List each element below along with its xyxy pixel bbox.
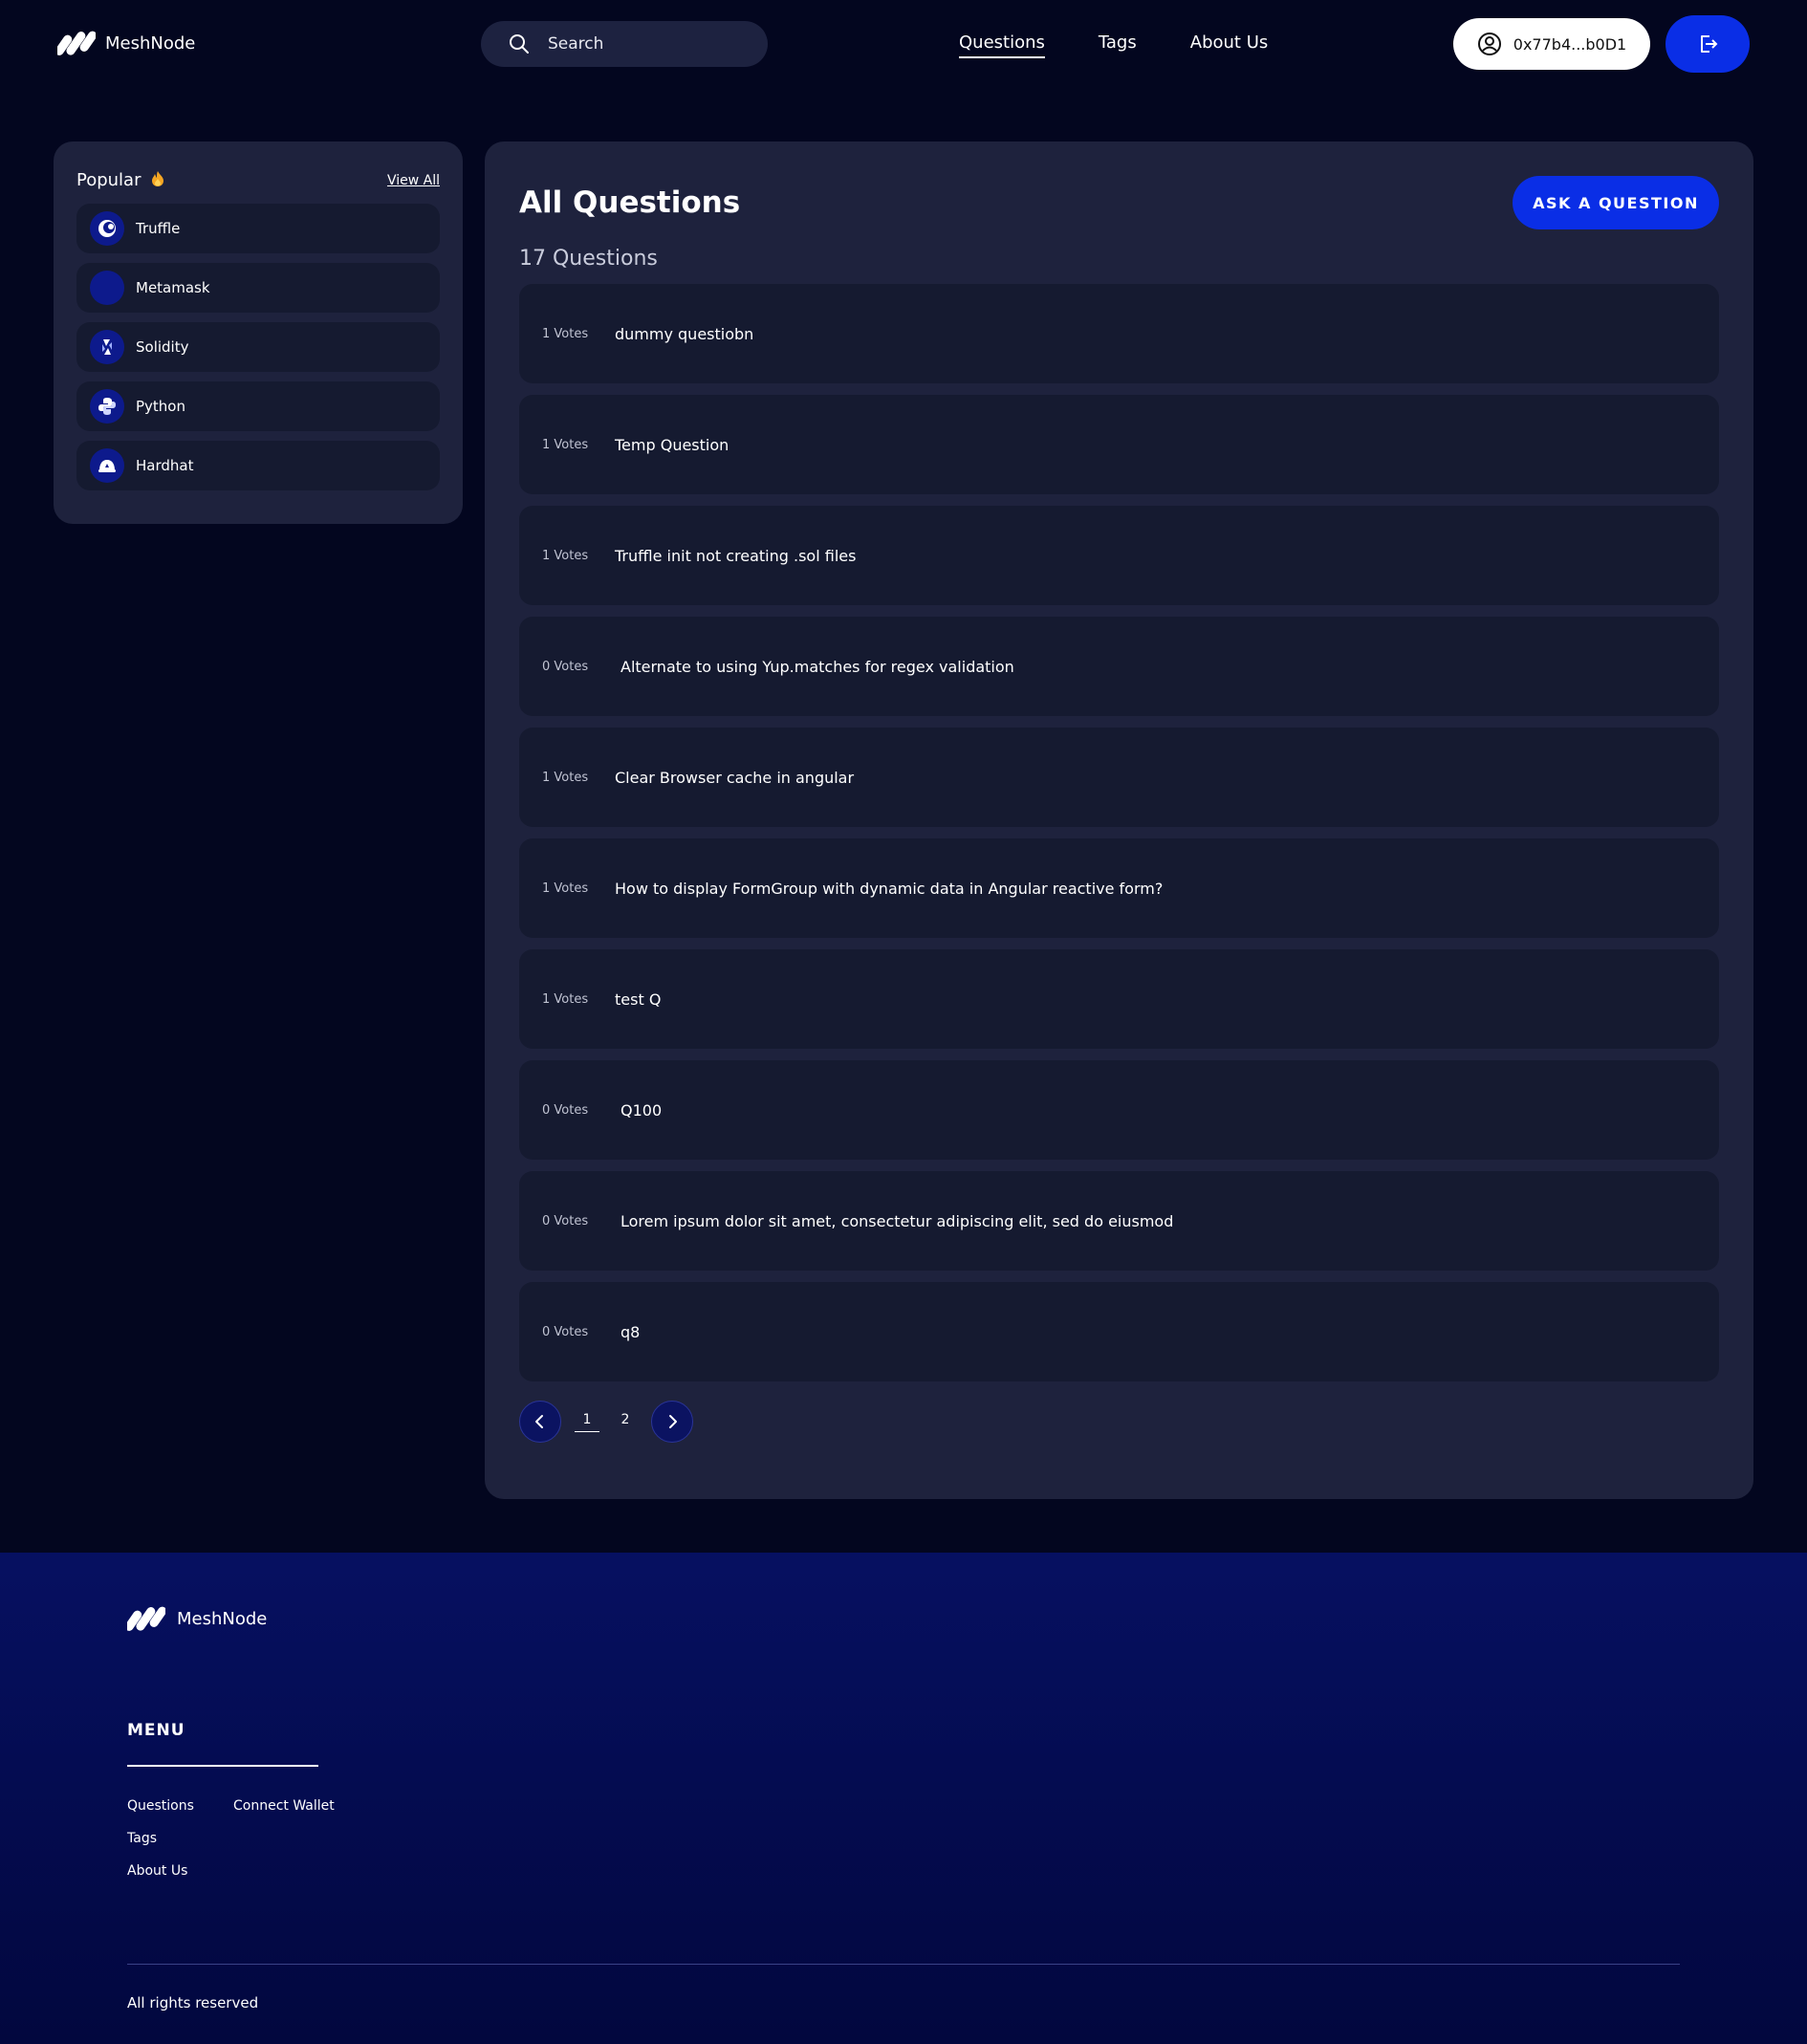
question-title[interactable]: Lorem ipsum dolor sit amet, consectetur … [620,1212,1173,1230]
chevron-right-icon [669,1415,677,1428]
footer-menu-underline [127,1765,318,1767]
logout-button[interactable] [1665,15,1750,73]
footer-brand[interactable]: MeshNode [127,1606,267,1631]
pagination: 1 2 [519,1401,1719,1443]
question-votes: 0 Votes [542,1213,589,1229]
question-item[interactable]: 0 Votes Q100 [519,1060,1719,1160]
nav-about-us[interactable]: About Us [1190,33,1269,58]
question-title[interactable]: Q100 [620,1101,662,1120]
question-votes: 1 Votes [542,326,589,341]
footer-link-tags[interactable]: Tags [127,1831,233,1846]
question-item[interactable]: 1 Votes How to display FormGroup with dy… [519,838,1719,938]
prev-page-button[interactable] [519,1401,561,1443]
solidity-icon [90,330,124,364]
question-item[interactable]: 1 Votes Temp Question [519,395,1719,494]
wallet-button[interactable]: 0x77b4...b0D1 [1453,18,1650,70]
brand-name: MeshNode [105,33,196,54]
logout-icon [1701,35,1718,53]
search-bar[interactable] [481,21,768,67]
main-nav: Questions Tags About Us [959,33,1268,58]
site-footer: MeshNode MENU Questions Connect Wallet T… [0,1553,1807,2044]
popular-item-label: Solidity [136,338,189,356]
popular-item-label: Metamask [136,279,210,296]
page-2[interactable]: 2 [613,1412,638,1431]
question-title[interactable]: dummy questiobn [615,325,753,343]
question-votes: 1 Votes [542,770,589,785]
view-all-link[interactable]: View All [387,173,440,188]
brand-logo[interactable]: MeshNode [57,31,195,55]
question-item[interactable]: 0 Votes q8 [519,1282,1719,1381]
hardhat-icon [90,448,124,483]
question-item[interactable]: 1 Votes Truffle init not creating .sol f… [519,506,1719,605]
meshnode-logo-icon [127,1606,165,1631]
page-1[interactable]: 1 [575,1412,599,1432]
questions-header: All Questions ASK A QUESTION [519,176,1719,229]
question-votes: 1 Votes [542,548,589,563]
question-item[interactable]: 0 Votes Lorem ipsum dolor sit amet, cons… [519,1171,1719,1271]
question-item[interactable]: 1 Votes test Q [519,949,1719,1049]
footer-copyright: All rights reserved [127,1994,259,2011]
popular-item-label: Python [136,398,185,415]
search-icon [510,34,529,54]
question-votes: 1 Votes [542,437,589,452]
question-item[interactable]: 1 Votes dummy questiobn [519,284,1719,383]
question-item[interactable]: 1 Votes Clear Browser cache in angular [519,728,1719,827]
footer-link-spacer [233,1831,377,1846]
popular-item-solidity[interactable]: Solidity [76,322,440,372]
nav-tags[interactable]: Tags [1099,33,1137,58]
metamask-icon [90,271,124,305]
footer-links: Questions Connect Wallet Tags About Us [127,1798,377,1879]
sidebar-title-text: Popular [76,170,142,190]
user-circle-icon [1477,33,1501,55]
fire-icon [150,170,165,187]
questions-panel: All Questions ASK A QUESTION 17 Question… [485,141,1753,1499]
question-title[interactable]: Clear Browser cache in angular [615,769,854,787]
truffle-icon [90,211,124,246]
popular-item-metamask[interactable]: Metamask [76,263,440,313]
question-votes: 0 Votes [542,1102,589,1118]
question-votes: 0 Votes [542,659,589,674]
next-page-button[interactable] [651,1401,693,1443]
popular-item-label: Hardhat [136,457,194,474]
footer-brand-name: MeshNode [177,1608,268,1629]
python-icon [90,389,124,424]
question-title[interactable]: Alternate to using Yup.matches for regex… [620,658,1014,676]
sidebar-title: Popular [76,170,165,190]
question-title[interactable]: How to display FormGroup with dynamic da… [615,880,1163,898]
popular-item-python[interactable]: Python [76,381,440,431]
question-title[interactable]: q8 [620,1323,640,1341]
top-header: MeshNode Questions Tags About Us 0x77b4.… [0,0,1807,88]
meshnode-logo-icon [57,31,96,55]
footer-link-questions[interactable]: Questions [127,1798,233,1814]
footer-link-connect-wallet[interactable]: Connect Wallet [233,1798,377,1814]
question-votes: 1 Votes [542,991,589,1007]
footer-menu-title: MENU [127,1721,185,1740]
sidebar-header: Popular View All [76,170,440,190]
footer-link-about-us[interactable]: About Us [127,1863,233,1879]
question-item[interactable]: 0 Votes Alternate to using Yup.matches f… [519,617,1719,716]
question-count: 17 Questions [519,247,658,271]
popular-item-label: Truffle [136,220,181,237]
question-title[interactable]: Truffle init not creating .sol files [615,547,856,565]
chevron-left-icon [535,1415,543,1428]
question-title[interactable]: test Q [615,990,661,1009]
question-title[interactable]: Temp Question [615,436,729,454]
search-input[interactable] [548,34,739,54]
popular-sidebar: Popular View All Truffle Metamask Solidi… [54,141,463,524]
footer-divider [127,1964,1680,1965]
page-title: All Questions [519,185,741,220]
nav-questions[interactable]: Questions [959,33,1045,58]
popular-item-hardhat[interactable]: Hardhat [76,441,440,490]
question-votes: 0 Votes [542,1324,589,1339]
question-votes: 1 Votes [542,881,589,896]
ask-question-button[interactable]: ASK A QUESTION [1513,176,1719,229]
popular-item-truffle[interactable]: Truffle [76,204,440,253]
wallet-address: 0x77b4...b0D1 [1513,34,1627,54]
